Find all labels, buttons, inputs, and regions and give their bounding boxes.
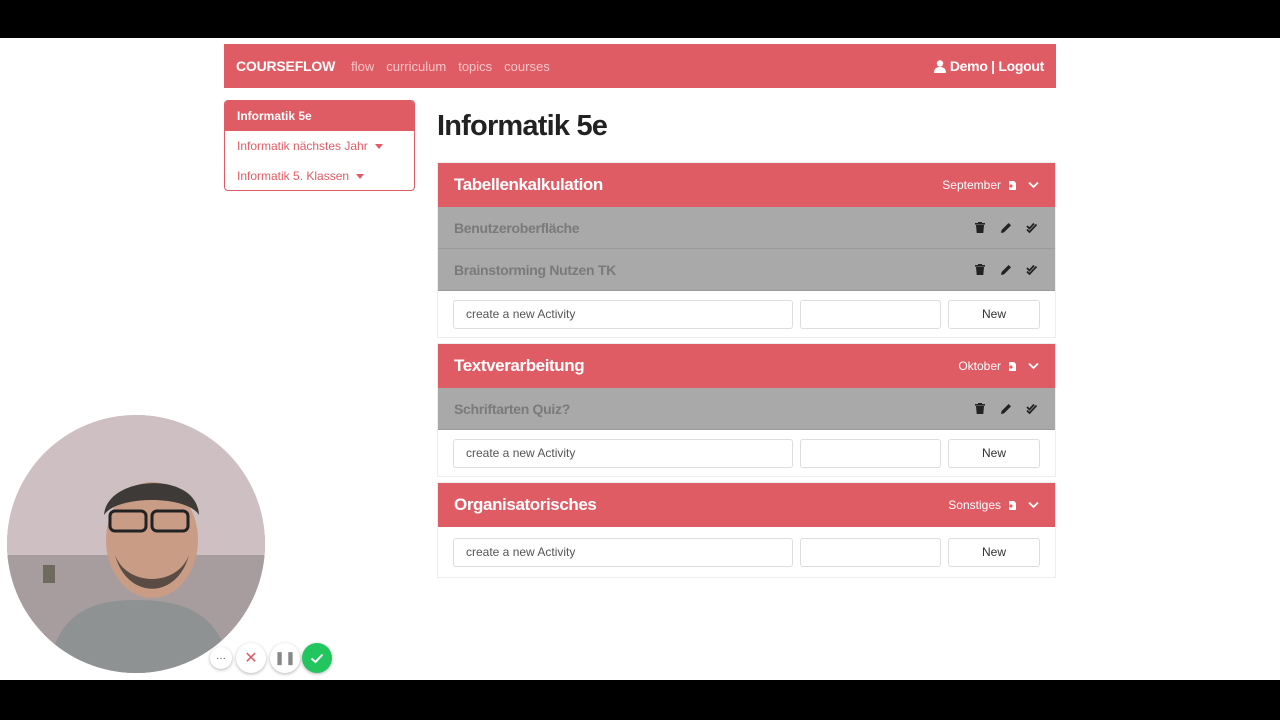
topic-card: Textverarbeitung Oktober Schriftarten Qu…: [437, 343, 1056, 477]
nav-link-courses[interactable]: courses: [504, 59, 550, 74]
user-icon: [933, 59, 946, 73]
topic-header: Tabellenkalkulation September: [438, 163, 1055, 207]
presenter-video: [7, 415, 265, 673]
nav-link-flow[interactable]: flow: [351, 59, 374, 74]
trash-icon[interactable]: [973, 402, 987, 416]
close-icon: ✕: [244, 650, 258, 667]
trash-icon[interactable]: [973, 263, 987, 277]
new-activity-button[interactable]: New: [948, 438, 1040, 468]
sidebar-item-label: Informatik 5. Klassen: [237, 169, 350, 183]
course-sidebar: Informatik 5e Informatik nächstes Jahr I…: [224, 100, 415, 191]
pause-icon: ❚❚: [274, 650, 296, 665]
activity-row[interactable]: Brainstorming Nutzen TK: [438, 249, 1055, 291]
sidebar-item-informatik-5e[interactable]: Informatik 5e: [225, 101, 414, 131]
pencil-icon[interactable]: [999, 263, 1013, 277]
chevron-down-icon[interactable]: [1028, 362, 1039, 370]
cancel-recording-button[interactable]: ✕: [236, 643, 266, 673]
topic-title[interactable]: Textverarbeitung: [454, 356, 585, 376]
topic-title[interactable]: Tabellenkalkulation: [454, 175, 603, 195]
topic-month: Sonstiges: [948, 498, 1039, 512]
pencil-icon[interactable]: [999, 402, 1013, 416]
trash-icon[interactable]: [973, 221, 987, 235]
export-icon[interactable]: [1007, 361, 1018, 372]
export-icon[interactable]: [1007, 500, 1018, 511]
topic-month-label: Oktober: [958, 359, 1001, 373]
topic-month: Oktober: [958, 359, 1039, 373]
new-activity-input[interactable]: create a new Activity: [453, 299, 793, 329]
nav-link-topics[interactable]: topics: [458, 59, 492, 74]
new-activity-input[interactable]: create a new Activity: [453, 438, 793, 468]
ellipsis-icon: ···: [216, 652, 226, 664]
new-activity-form: create a new Activity New: [438, 430, 1055, 476]
finish-recording-button[interactable]: [302, 643, 332, 673]
topic-month-label: Sonstiges: [948, 498, 1001, 512]
topic-title[interactable]: Organisatorisches: [454, 495, 597, 515]
browser-viewport: COURSEFLOW flow curriculum topics course…: [0, 38, 1280, 680]
topic-card: Organisatorisches Sonstiges create a new…: [437, 482, 1056, 578]
sidebar-item-label: Informatik nächstes Jahr: [237, 139, 368, 153]
caret-down-icon[interactable]: [356, 173, 365, 179]
activity-title[interactable]: Schriftarten Quiz?: [454, 401, 570, 417]
topic-header: Textverarbeitung Oktober: [438, 344, 1055, 388]
new-activity-form: create a new Activity New: [438, 291, 1055, 337]
chevron-down-icon[interactable]: [1028, 181, 1039, 189]
topic-header: Organisatorisches Sonstiges: [438, 483, 1055, 527]
checkmark-icon: [310, 653, 324, 663]
double-check-icon[interactable]: [1025, 402, 1039, 416]
topic-month: September: [942, 178, 1039, 192]
new-activity-extra-input[interactable]: [800, 299, 941, 329]
chevron-down-icon[interactable]: [1028, 501, 1039, 509]
double-check-icon[interactable]: [1025, 263, 1039, 277]
caret-down-icon[interactable]: [374, 143, 383, 149]
pencil-icon[interactable]: [999, 221, 1013, 235]
new-activity-form: create a new Activity New: [438, 527, 1055, 577]
double-check-icon[interactable]: [1025, 221, 1039, 235]
activity-row[interactable]: Benutzeroberfläche: [438, 207, 1055, 249]
topic-card: Tabellenkalkulation September Benutzerob…: [437, 162, 1056, 338]
activity-row[interactable]: Schriftarten Quiz?: [438, 388, 1055, 430]
top-navbar: COURSEFLOW flow curriculum topics course…: [224, 44, 1056, 88]
more-options-button[interactable]: ···: [210, 647, 232, 669]
new-activity-button[interactable]: New: [948, 537, 1040, 567]
new-activity-extra-input[interactable]: [800, 537, 941, 567]
new-activity-input[interactable]: create a new Activity: [453, 537, 793, 567]
sidebar-item-label: Informatik 5e: [237, 109, 312, 123]
pause-recording-button[interactable]: ❚❚: [270, 643, 300, 673]
webcam-overlay: [7, 415, 265, 673]
sidebar-item-informatik-naechstes-jahr[interactable]: Informatik nächstes Jahr: [225, 131, 414, 161]
new-activity-button[interactable]: New: [948, 299, 1040, 329]
nav-link-curriculum[interactable]: curriculum: [386, 59, 446, 74]
page-title: Informatik 5e: [437, 110, 608, 142]
topic-month-label: September: [942, 178, 1001, 192]
sidebar-item-informatik-5-klassen[interactable]: Informatik 5. Klassen: [225, 161, 414, 190]
export-icon[interactable]: [1007, 180, 1018, 191]
new-activity-extra-input[interactable]: [800, 438, 941, 468]
user-logout-link[interactable]: Demo | Logout: [950, 58, 1044, 74]
activity-title[interactable]: Benutzeroberfläche: [454, 220, 580, 236]
user-menu[interactable]: Demo | Logout: [933, 58, 1044, 74]
activity-title[interactable]: Brainstorming Nutzen TK: [454, 262, 616, 278]
brand-logo[interactable]: COURSEFLOW: [236, 58, 335, 74]
